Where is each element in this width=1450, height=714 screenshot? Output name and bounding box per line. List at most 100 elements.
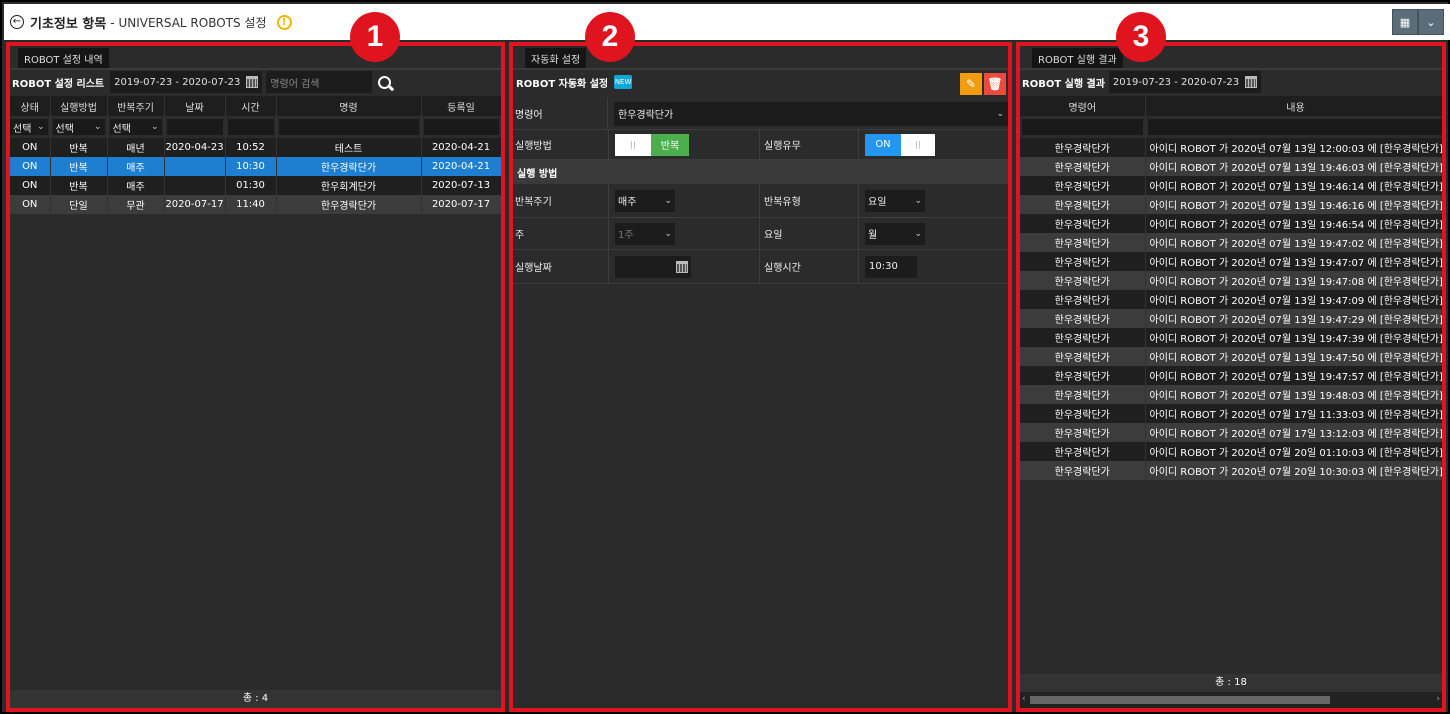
table-row[interactable]: 한우경락단가 아이디 ROBOT 가 2020년 07월 13일 19:47:09…	[1020, 290, 1442, 309]
column-header-status[interactable]: 상태	[10, 96, 51, 116]
exec-status-toggle[interactable]: ON ||	[865, 133, 935, 156]
column-header-date[interactable]: 날짜	[164, 96, 226, 116]
automation-settings-panel: 자동화 설정 ROBOT 자동화 설정 NEW ✎ 🗑 명령어 한우경락단가 ⌄ …	[509, 42, 1012, 712]
search-icon[interactable]	[378, 75, 392, 89]
weekday-select[interactable]: 월 ⌄	[865, 222, 925, 245]
form-row-repeat: 반복주기 매주 ⌄ 반복유형 요일 ⌄	[513, 184, 1008, 218]
table-row[interactable]: 한우경락단가 아이디 ROBOT 가 2020년 07월 13일 19:47:29…	[1020, 309, 1442, 328]
cell-repeat-cycle: 매주	[107, 176, 165, 195]
cell-registered: 2020-04-21	[421, 157, 501, 176]
exec-method-toggle[interactable]: || 반복	[615, 133, 689, 156]
table-row[interactable]: ON 반복 매년 2020-04-23 10:52 테스트 2020-04-21	[10, 138, 501, 157]
content-filter-input[interactable]	[1147, 119, 1442, 135]
calendar-icon[interactable]	[676, 260, 688, 273]
column-header-command[interactable]: 명령	[276, 96, 422, 116]
exec-time-input[interactable]: 10:30	[865, 255, 917, 278]
calendar-icon[interactable]	[246, 76, 259, 88]
week-select[interactable]: 1주 ⌄	[615, 222, 675, 245]
cell-exec-method: 반복	[50, 176, 108, 195]
table-row[interactable]: 한우경락단가 아이디 ROBOT 가 2020년 07월 20일 01:10:03…	[1020, 442, 1442, 461]
date-range-picker[interactable]: 2019-07-23 - 2020-07-23	[1108, 71, 1262, 93]
cell-exec-method: 반복	[50, 157, 108, 176]
horizontal-scrollbar[interactable]: ‹ ›	[1020, 692, 1442, 708]
table-row[interactable]: 한우경락단가 아이디 ROBOT 가 2020년 07월 17일 13:12:03…	[1020, 423, 1442, 442]
date-range-picker[interactable]: 2019-07-23 - 2020-07-23	[110, 71, 263, 93]
table-row[interactable]: 한우경락단가 아이디 ROBOT 가 2020년 07월 13일 19:47:39…	[1020, 328, 1442, 347]
table-row[interactable]: 한우경락단가 아이디 ROBOT 가 2020년 07월 13일 12:00:03…	[1020, 138, 1442, 157]
table-row[interactable]: 한우경락단가 아이디 ROBOT 가 2020년 07월 13일 19:46:16…	[1020, 195, 1442, 214]
date-filter-input[interactable]	[166, 119, 223, 135]
app-frame: ← 기초정보 항목 - UNIVERSAL ROBOTS 설정 ! ▦ ⌄ RO…	[0, 0, 1450, 714]
cell-command: 한우경락단가	[1020, 328, 1146, 347]
table-row[interactable]: 한우경락단가 아이디 ROBOT 가 2020년 07월 13일 19:46:54…	[1020, 214, 1442, 233]
exec-date-input[interactable]	[615, 255, 691, 278]
cell-command: 한우경락단가	[1020, 176, 1146, 195]
table-row[interactable]: 한우경락단가 아이디 ROBOT 가 2020년 07월 20일 10:30:03…	[1020, 461, 1442, 480]
scrollbar-thumb[interactable]	[1030, 696, 1330, 704]
exec-method-value: 반복	[651, 133, 689, 156]
table-row[interactable]: 한우경락단가 아이디 ROBOT 가 2020년 07월 13일 19:47:02…	[1020, 233, 1442, 252]
registered-filter-input[interactable]	[423, 119, 499, 135]
weekday-value: 월	[868, 230, 878, 241]
repeat-cycle-select[interactable]: 매주 ⌄	[615, 189, 675, 212]
cell-status: ON	[10, 195, 51, 214]
callout-badge-1: 1	[350, 12, 400, 62]
tab-automation-settings[interactable]: 자동화 설정	[525, 48, 587, 68]
grid-view-button[interactable]: ▦	[1392, 9, 1418, 35]
column-header-repeat-cycle[interactable]: 반복주기	[107, 96, 165, 116]
back-icon[interactable]: ←	[10, 15, 24, 29]
table-row[interactable]: 한우경락단가 아이디 ROBOT 가 2020년 07월 13일 19:47:08…	[1020, 271, 1442, 290]
cell-exec-method: 반복	[50, 138, 108, 157]
table-row[interactable]: 한우경락단가 아이디 ROBOT 가 2020년 07월 13일 19:47:57…	[1020, 366, 1442, 385]
table-row[interactable]: 한우경락단가 아이디 ROBOT 가 2020년 07월 13일 19:48:03…	[1020, 385, 1442, 404]
time-filter-input[interactable]	[227, 119, 274, 135]
command-filter-input[interactable]	[1022, 119, 1143, 135]
cell-command: 한우경락단가	[1020, 195, 1146, 214]
warning-icon[interactable]: !	[276, 14, 292, 30]
new-icon[interactable]: NEW	[614, 75, 633, 89]
column-header-time[interactable]: 시간	[225, 96, 277, 116]
edit-button[interactable]: ✎	[960, 73, 982, 95]
delete-button[interactable]: 🗑	[984, 73, 1006, 95]
column-header-command[interactable]: 명령어	[1020, 96, 1146, 116]
exec-method-filter-select[interactable]: 선택 ⌄	[52, 119, 105, 135]
weekday-label: 요일	[759, 218, 859, 249]
column-header-registered[interactable]: 등록일	[421, 96, 501, 116]
table-row[interactable]: 한우경락단가 아이디 ROBOT 가 2020년 07월 13일 19:47:07…	[1020, 252, 1442, 271]
tab-robot-settings-history[interactable]: ROBOT 설정 내역	[18, 48, 109, 68]
robot-results-label: ROBOT 실행 결과	[1022, 78, 1105, 90]
table-row[interactable]: ON 반복 매주 01:30 한우회계단가 2020-07-13	[10, 176, 501, 195]
scroll-right-icon[interactable]: ›	[1436, 694, 1440, 704]
cell-registered: 2020-07-13	[421, 176, 501, 195]
calendar-icon[interactable]	[1245, 76, 1258, 88]
table-row[interactable]: 한우경락단가 아이디 ROBOT 가 2020년 07월 13일 19:46:03…	[1020, 157, 1442, 176]
header-dropdown-button[interactable]: ⌄	[1418, 9, 1444, 35]
robot-settings-panel: ROBOT 설정 내역 ROBOT 설정 리스트 2019-07-23 - 20…	[6, 42, 505, 712]
table-row[interactable]: 한우경락단가 아이디 ROBOT 가 2020년 07월 13일 19:47:50…	[1020, 347, 1442, 366]
table-row[interactable]: ON 단일 무관 2020-07-17 11:40 한우경락단가 2020-07-17	[10, 195, 501, 214]
column-header-exec-method[interactable]: 실행방법	[50, 96, 108, 116]
cell-time: 10:52	[225, 138, 277, 157]
cell-content: 아이디 ROBOT 가 2020년 07월 13일 19:47:39 에 [한우…	[1145, 328, 1442, 347]
command-filter-input[interactable]	[278, 119, 419, 135]
chevron-down-icon: ⌄	[93, 122, 102, 132]
table-header-row: 명령어 내용	[1020, 96, 1442, 116]
cell-content: 아이디 ROBOT 가 2020년 07월 13일 19:47:07 에 [한우…	[1145, 252, 1442, 271]
table-total: 총 : 4	[10, 690, 501, 708]
command-select[interactable]: 한우경락단가 ⌄	[614, 101, 1008, 126]
repeat-cycle-filter-select[interactable]: 선택 ⌄	[109, 119, 162, 135]
column-header-content[interactable]: 내용	[1145, 96, 1442, 116]
chevron-down-icon: ⌄	[150, 122, 159, 132]
form-row-command: 명령어 한우경락단가 ⌄	[513, 98, 1008, 130]
table-row[interactable]: 한우경락단가 아이디 ROBOT 가 2020년 07월 13일 19:46:14…	[1020, 176, 1442, 195]
command-search-input[interactable]: 명령어 검색	[266, 71, 373, 93]
status-filter-select[interactable]: 선택 ⌄	[10, 119, 48, 135]
cell-command: 한우경락단가	[1020, 404, 1146, 423]
scroll-left-icon[interactable]: ‹	[1022, 694, 1026, 704]
repeat-type-select[interactable]: 요일 ⌄	[865, 189, 925, 212]
table-row[interactable]: 한우경락단가 아이디 ROBOT 가 2020년 07월 17일 11:33:03…	[1020, 404, 1442, 423]
table-row[interactable]: ON 반복 매주 10:30 한우경락단가 2020-04-21	[10, 157, 501, 176]
tab-robot-results[interactable]: ROBOT 실행 결과	[1032, 48, 1123, 68]
cell-command: 한우경락단가	[1020, 214, 1146, 233]
command-value: 한우경락단가	[618, 110, 674, 121]
